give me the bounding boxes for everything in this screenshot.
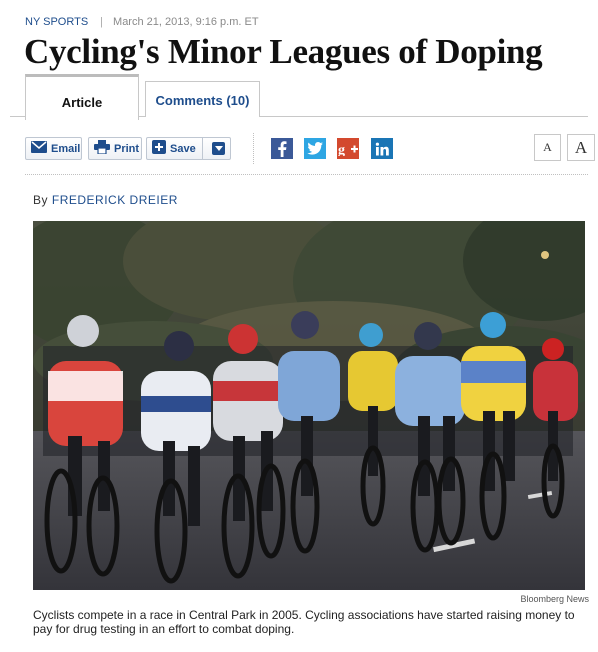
chevron-down-icon [212, 142, 225, 155]
kicker-separator: | [100, 16, 104, 28]
font-increase-button[interactable]: A [567, 134, 595, 161]
facebook-icon[interactable] [271, 138, 293, 159]
article-photo [33, 221, 585, 590]
byline-prefix: By [33, 193, 49, 207]
tab-comments[interactable]: Comments (10) [145, 81, 260, 117]
print-button[interactable]: Print [88, 137, 142, 160]
plus-icon [152, 140, 166, 157]
dateline: March 21, 2013, 9:16 p.m. ET [113, 16, 259, 28]
save-dropdown[interactable] [207, 138, 230, 159]
save-button[interactable]: Save [146, 137, 231, 160]
author-link[interactable]: FREDERICK DREIER [52, 193, 178, 207]
toolbar-divider [253, 133, 255, 164]
twitter-icon[interactable] [304, 138, 326, 159]
cyclists-photo-illustration [33, 221, 585, 590]
linkedin-icon[interactable] [371, 138, 393, 159]
tab-article[interactable]: Article [25, 74, 139, 120]
photo-credit: Bloomberg News [520, 594, 589, 604]
font-decrease-button[interactable]: A [534, 134, 561, 161]
headline: Cycling's Minor Leagues of Doping [24, 32, 543, 71]
email-button[interactable]: Email [25, 137, 82, 160]
save-label: Save [170, 142, 196, 155]
svg-text:g: g [338, 143, 345, 156]
section-link[interactable]: NY SPORTS [25, 16, 88, 28]
envelope-icon [31, 141, 47, 156]
printer-icon [94, 140, 110, 157]
print-label: Print [114, 142, 140, 155]
google-plus-icon[interactable]: g [337, 138, 359, 159]
photo-caption: Cyclists compete in a race in Central Pa… [33, 608, 575, 636]
toolbar-bottom-rule [25, 174, 588, 175]
article-kicker: NY SPORTS | March 21, 2013, 9:16 p.m. ET [25, 15, 259, 29]
save-divider [202, 137, 203, 160]
email-label: Email [51, 142, 81, 155]
article-toolbar: Email Print Save g A A [25, 133, 598, 164]
byline: By FREDERICK DREIER [33, 193, 178, 207]
